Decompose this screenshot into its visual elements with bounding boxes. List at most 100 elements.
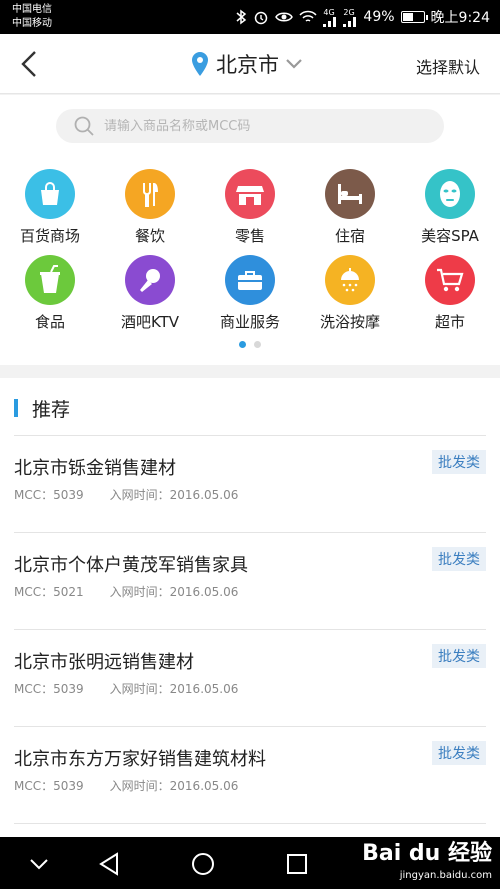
system-nav-bar: Bai du 经验 jingyan.baidu.com bbox=[0, 837, 500, 889]
back-button[interactable] bbox=[14, 48, 44, 80]
bluetooth-icon bbox=[235, 9, 247, 25]
nav-back-button[interactable] bbox=[92, 847, 126, 881]
nav-recents-button[interactable] bbox=[280, 847, 314, 881]
search-input[interactable] bbox=[104, 118, 404, 134]
category-item-department-store[interactable]: 百货商场 bbox=[0, 169, 100, 255]
merchant-type-badge: 批发类 bbox=[432, 741, 486, 765]
merchant-list-item[interactable]: 北京市张明远销售建材 MCC：5039 入网时间：2016.05.06 批发类 bbox=[14, 629, 486, 726]
recommend-section: 推荐 北京市铄金销售建材 MCC：5039 入网时间：2016.05.06 批发类… bbox=[0, 378, 500, 837]
hide-nav-button[interactable] bbox=[22, 847, 56, 881]
location-pin-icon bbox=[192, 52, 208, 76]
merchant-name: 北京市个体户黄茂军销售家具 bbox=[14, 555, 248, 576]
merchant-join-date: 入网时间：2016.05.06 bbox=[109, 682, 239, 696]
triangle-back-icon bbox=[99, 852, 118, 876]
merchant-mcc: MCC：5039 bbox=[14, 488, 84, 502]
carrier-2: 中国移动 bbox=[12, 18, 52, 29]
top-header: 北京市 选择默认 bbox=[0, 34, 500, 94]
category-label: 超市 bbox=[434, 313, 465, 331]
category-panel: 百货商场 餐饮 零售 住宿 bbox=[0, 95, 500, 365]
search-bar[interactable] bbox=[56, 109, 444, 143]
merchant-type-badge: 批发类 bbox=[432, 450, 486, 474]
shopping-bag-icon bbox=[25, 169, 75, 219]
merchant-type-badge: 批发类 bbox=[432, 644, 486, 668]
search-icon bbox=[74, 116, 94, 136]
category-item-beauty-spa[interactable]: 美容SPA bbox=[400, 169, 500, 255]
circle-home-icon bbox=[192, 853, 214, 875]
bed-icon bbox=[325, 169, 375, 219]
wifi-icon bbox=[299, 10, 317, 24]
merchant-meta: MCC：5039 入网时间：2016.05.06 bbox=[14, 486, 264, 503]
signal-2g-icon: 2G bbox=[343, 8, 357, 27]
category-item-retail[interactable]: 零售 bbox=[200, 169, 300, 255]
category-label: 零售 bbox=[234, 227, 265, 245]
merchant-type-badge: 批发类 bbox=[432, 547, 486, 571]
category-item-food[interactable]: 食品 bbox=[0, 255, 100, 341]
shopping-cart-icon bbox=[425, 255, 475, 305]
category-item-dining[interactable]: 餐饮 bbox=[100, 169, 200, 255]
category-label: 美容SPA bbox=[421, 227, 479, 245]
merchant-meta: MCC：5039 入网时间：2016.05.06 bbox=[14, 777, 264, 794]
chevron-left-icon bbox=[21, 51, 36, 77]
merchant-name: 北京市东方万家好销售建筑材料 bbox=[14, 749, 266, 770]
category-label: 住宿 bbox=[334, 227, 365, 245]
merchant-list-item[interactable]: 北京市个体户黄茂军销售家具 MCC：5021 入网时间：2016.05.06 批发… bbox=[14, 532, 486, 629]
select-default-button[interactable]: 选择默认 bbox=[416, 54, 480, 78]
alarm-icon bbox=[253, 9, 269, 25]
shower-icon bbox=[325, 255, 375, 305]
category-item-bath-massage[interactable]: 洗浴按摩 bbox=[300, 255, 400, 341]
microphone-icon bbox=[125, 255, 175, 305]
category-item-business-services[interactable]: 商业服务 bbox=[200, 255, 300, 341]
category-label: 酒吧KTV bbox=[120, 313, 180, 331]
category-label: 洗浴按摩 bbox=[319, 313, 380, 331]
merchant-join-date: 入网时间：2016.05.06 bbox=[109, 585, 239, 599]
category-label: 食品 bbox=[34, 313, 65, 331]
watermark-brand: Bai du 经验 bbox=[362, 841, 492, 866]
carrier-info: 中国电信 中国移动 bbox=[12, 3, 52, 31]
eye-icon bbox=[275, 10, 294, 24]
watermark-url: jingyan.baidu.com bbox=[399, 870, 492, 881]
chevron-down-icon bbox=[30, 859, 48, 870]
merchant-mcc: MCC：5039 bbox=[14, 779, 84, 793]
drink-cup-icon bbox=[25, 255, 75, 305]
signal-4g-icon: 4G bbox=[323, 8, 337, 27]
status-bar: 中国电信 中国移动 4G 2G 49% 晚上9:24 bbox=[0, 0, 500, 34]
fork-knife-icon bbox=[125, 169, 175, 219]
battery-fill bbox=[402, 13, 414, 21]
merchant-join-date: 入网时间：2016.05.06 bbox=[109, 488, 239, 502]
square-recents-icon bbox=[287, 854, 307, 874]
city-selector[interactable]: 北京市 bbox=[190, 48, 303, 80]
carrier-1: 中国电信 bbox=[12, 4, 52, 15]
page-indicator bbox=[0, 341, 500, 348]
briefcase-icon bbox=[225, 255, 275, 305]
merchant-list-item[interactable]: 北京市铄金销售建材 MCC：5039 入网时间：2016.05.06 批发类 bbox=[14, 435, 486, 532]
page-dot[interactable] bbox=[254, 341, 261, 348]
chevron-down-icon bbox=[286, 59, 302, 69]
baidu-jingyan-watermark: Bai du 经验 jingyan.baidu.com bbox=[362, 843, 492, 887]
merchant-list-item[interactable]: 北京市东方万家好销售建筑材料 MCC：5039 入网时间：2016.05.06 批… bbox=[14, 726, 486, 823]
category-label: 百货商场 bbox=[19, 227, 80, 245]
category-label: 餐饮 bbox=[134, 227, 165, 245]
battery-icon bbox=[400, 11, 428, 23]
battery-percent: 49% bbox=[363, 9, 395, 25]
clock: 晚上9:24 bbox=[430, 10, 490, 26]
merchant-mcc: MCC：5039 bbox=[14, 682, 84, 696]
page-dot-active[interactable] bbox=[239, 341, 246, 348]
storefront-icon bbox=[225, 169, 275, 219]
section-accent-bar bbox=[14, 399, 18, 417]
category-item-bar-ktv[interactable]: 酒吧KTV bbox=[100, 255, 200, 341]
face-mask-icon bbox=[425, 169, 475, 219]
category-row-1: 百货商场 餐饮 零售 住宿 美容SPA bbox=[0, 169, 500, 255]
category-label: 商业服务 bbox=[219, 313, 280, 331]
city-name: 北京市 bbox=[216, 53, 279, 77]
category-grid: 百货商场 餐饮 零售 住宿 美容SPA 食品 酒吧KTV 商业服务 洗浴按摩 超… bbox=[0, 169, 500, 341]
recommend-header: 推荐 bbox=[14, 396, 71, 421]
category-item-supermarket[interactable]: 超市 bbox=[400, 255, 500, 341]
merchant-list-divider bbox=[14, 823, 486, 837]
merchant-join-date: 入网时间：2016.05.06 bbox=[109, 779, 239, 793]
merchant-meta: MCC：5039 入网时间：2016.05.06 bbox=[14, 680, 264, 697]
recommend-title: 推荐 bbox=[32, 398, 71, 421]
category-item-lodging[interactable]: 住宿 bbox=[300, 169, 400, 255]
nav-home-button[interactable] bbox=[186, 847, 220, 881]
merchant-meta: MCC：5021 入网时间：2016.05.06 bbox=[14, 583, 264, 600]
category-row-2: 食品 酒吧KTV 商业服务 洗浴按摩 超市 bbox=[0, 255, 500, 341]
